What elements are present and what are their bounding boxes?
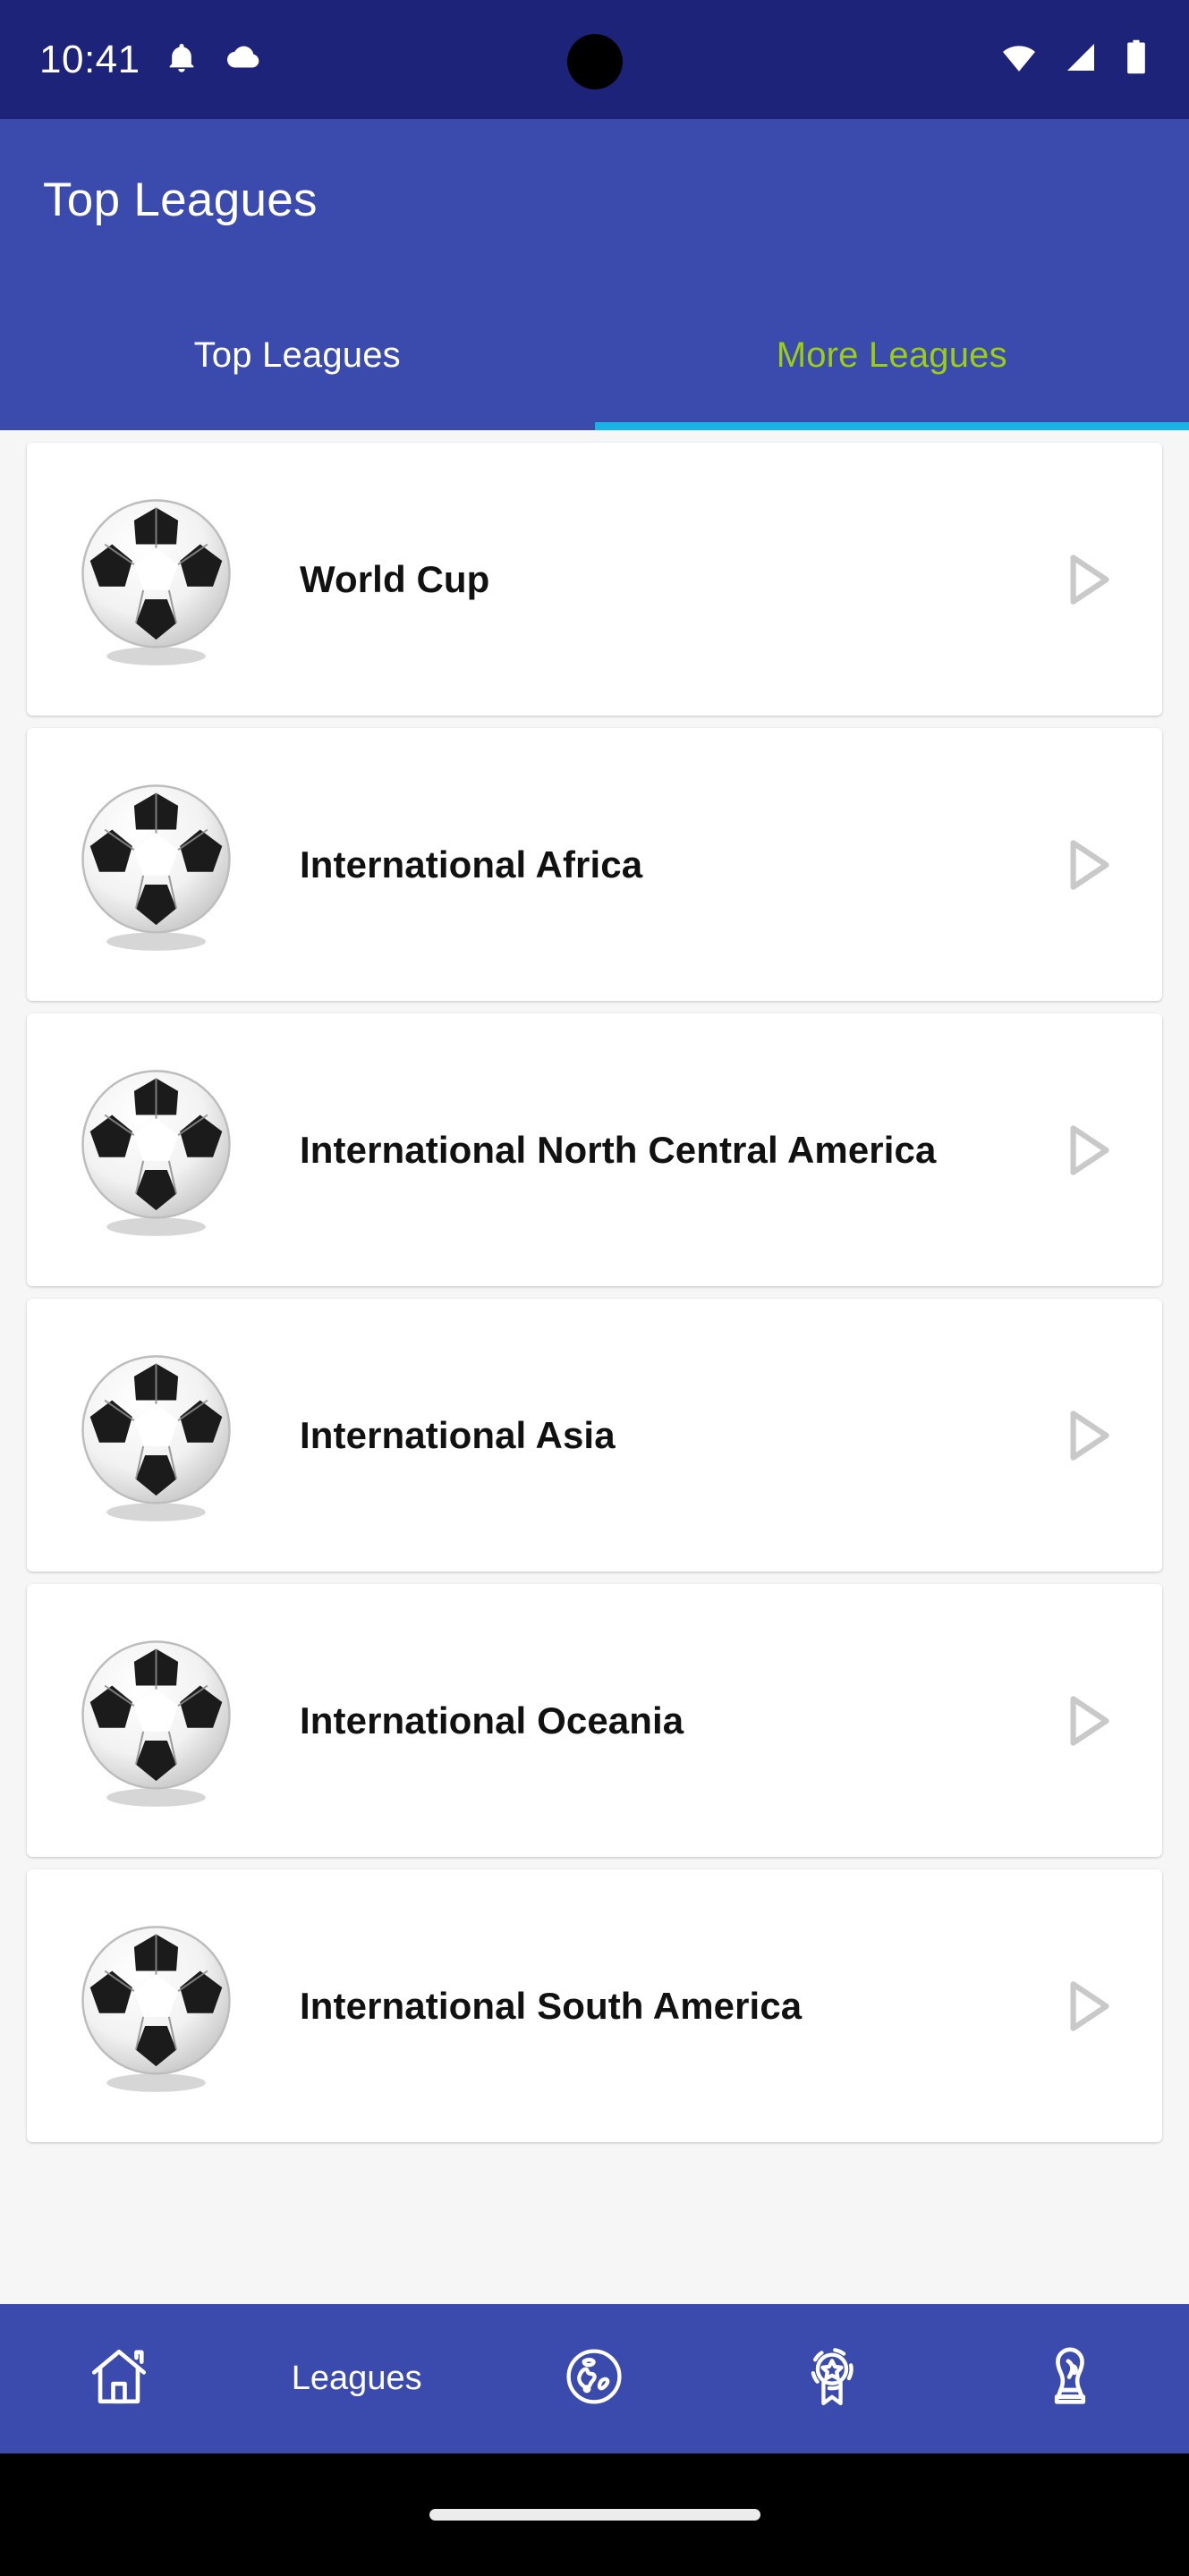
play-icon[interactable] xyxy=(1044,1688,1130,1754)
list-item[interactable]: International South America xyxy=(27,1869,1162,2142)
soccer-ball-icon xyxy=(64,1058,248,1241)
home-icon xyxy=(86,2343,152,2414)
list-item[interactable]: World Cup xyxy=(27,443,1162,716)
soccer-ball-icon xyxy=(64,1343,248,1527)
nav-item-world[interactable] xyxy=(476,2343,714,2414)
nav-item-awards[interactable] xyxy=(713,2343,951,2414)
tab-bar: Top Leagues More Leagues xyxy=(0,280,1189,430)
bottom-navigation-bar: Leagues xyxy=(0,2304,1189,2453)
play-icon[interactable] xyxy=(1044,1973,1130,2039)
league-name: International Oceania xyxy=(300,1699,684,1741)
status-bar: 10:41 xyxy=(0,0,1189,119)
wifi-icon xyxy=(999,39,1039,80)
bell-icon xyxy=(164,39,200,80)
trophy-icon xyxy=(1037,2343,1103,2414)
league-name: International North Central America xyxy=(300,1128,937,1171)
system-gesture-bar xyxy=(0,2453,1189,2576)
app-screen: 10:41 Top Leagues Top Leagues More Leagu… xyxy=(0,0,1189,2576)
page-title: Top Leagues xyxy=(43,173,318,226)
tab-top-leagues[interactable]: Top Leagues xyxy=(0,280,595,430)
medal-badge-icon xyxy=(799,2343,865,2414)
tab-top-leagues-label: Top Leagues xyxy=(193,335,401,375)
soccer-ball-icon xyxy=(64,1629,248,1812)
nav-item-home[interactable] xyxy=(0,2343,238,2414)
battery-icon xyxy=(1123,38,1150,80)
cloud-icon xyxy=(223,39,262,80)
league-name: World Cup xyxy=(300,557,490,600)
soccer-ball-icon xyxy=(64,487,248,671)
play-icon[interactable] xyxy=(1044,1117,1130,1183)
league-name: International Asia xyxy=(300,1413,616,1456)
front-camera-cutout xyxy=(566,34,623,89)
nav-item-leagues[interactable]: Leagues xyxy=(238,2360,476,2398)
app-bar: Top Leagues xyxy=(0,119,1189,280)
play-icon[interactable] xyxy=(1044,1402,1130,1469)
cellular-signal-icon xyxy=(1062,39,1100,80)
play-icon[interactable] xyxy=(1044,832,1130,898)
list-item[interactable]: International Asia xyxy=(27,1299,1162,1572)
play-icon[interactable] xyxy=(1044,547,1130,613)
list-item[interactable]: International Oceania xyxy=(27,1584,1162,1857)
league-name: International South America xyxy=(300,1984,803,2027)
status-bar-right xyxy=(999,38,1150,80)
status-bar-clock: 10:41 xyxy=(39,37,140,81)
globe-icon xyxy=(561,2343,627,2414)
list-item[interactable]: International Africa xyxy=(27,728,1162,1001)
gesture-home-pill[interactable] xyxy=(429,2509,760,2521)
league-name: International Africa xyxy=(300,843,643,886)
leagues-list[interactable]: World Cup International Africa Internati… xyxy=(0,430,1189,2576)
nav-item-trophy[interactable] xyxy=(951,2343,1189,2414)
soccer-ball-icon xyxy=(64,773,248,956)
status-bar-left: 10:41 xyxy=(39,38,262,82)
soccer-ball-icon xyxy=(64,1914,248,2097)
tab-more-leagues-label: More Leagues xyxy=(776,335,1007,375)
nav-item-leagues-label: Leagues xyxy=(291,2360,422,2397)
list-item[interactable]: International North Central America xyxy=(27,1013,1162,1286)
tab-active-indicator xyxy=(594,422,1189,430)
tab-more-leagues[interactable]: More Leagues xyxy=(595,280,1189,430)
